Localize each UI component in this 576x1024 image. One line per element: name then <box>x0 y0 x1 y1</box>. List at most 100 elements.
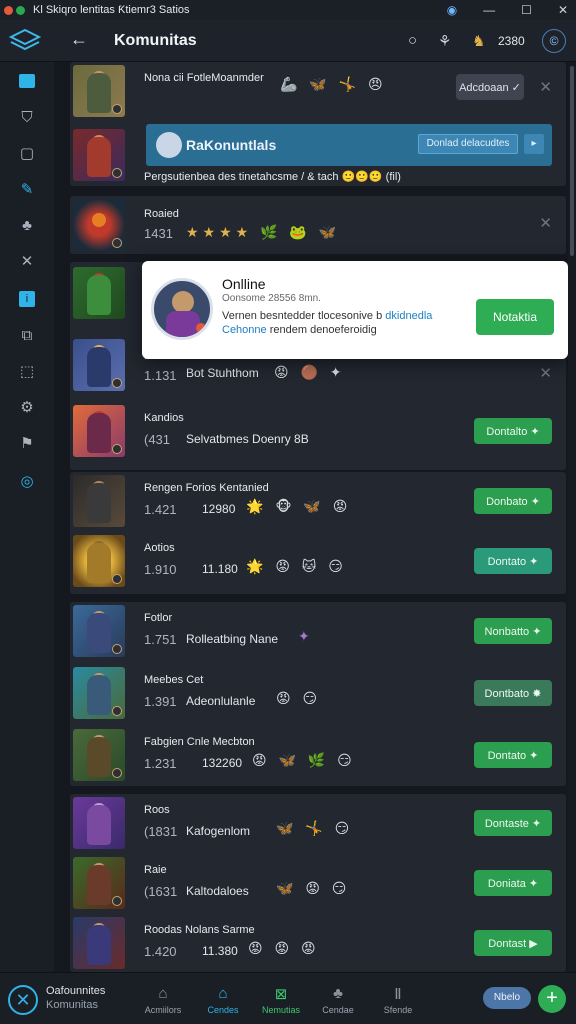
sidebar-chat-icon[interactable]: ⚑ <box>16 432 38 454</box>
banner-caption: Pergsutienbea des tinetahcsme / & tach 🙂… <box>144 171 401 183</box>
list-item[interactable]: Aotios 1.910 11.180 🌟 😡 🐱 😏 Dontato ✦ <box>70 532 566 592</box>
close-icon[interactable]: ✕ <box>539 364 552 382</box>
sidebar: ⛉ ▢ ✎ ♣ ✕ i ⧉ ⬚ ⚙ ⚑ ◎ <box>0 62 54 972</box>
list-item[interactable]: Roos (1831 Kafogenlom 🦋 🤸 😏 Dontaste ✦ <box>70 794 566 854</box>
coin-count: 2380 <box>498 34 525 48</box>
close-dot[interactable] <box>4 5 13 15</box>
list-item[interactable]: Raie (1631 Kaltodaloes 🦋 😡 😏 Doniata ✦ <box>70 854 566 914</box>
game-thumbnail <box>73 605 125 657</box>
sidebar-edit-icon[interactable]: ⬚ <box>16 360 38 382</box>
tab-cendae[interactable]: ♣ Cendae <box>308 985 368 1015</box>
item-name: Kandios <box>144 412 184 424</box>
item-name: Rengen Forios Kentanied <box>144 482 269 494</box>
community-name: Oafounnites <box>46 985 106 997</box>
game-thumbnail <box>73 667 125 719</box>
game-thumbnail <box>73 65 125 117</box>
donate-button[interactable]: Dontalto ✦ <box>474 418 552 444</box>
item-name: Fotlor <box>144 612 173 624</box>
sidebar-globe-icon[interactable]: ◎ <box>16 470 38 492</box>
sidebar-settings-icon[interactable]: ⚙ <box>16 396 38 418</box>
donate-button[interactable]: Doniata ✦ <box>474 870 552 896</box>
donate-button[interactable]: Dontast ▶ <box>474 930 552 956</box>
sidebar-shield-icon[interactable]: ⛉ <box>16 106 38 128</box>
list-item[interactable]: Meebes Cet 1.391 Adeonlulanle 😡 😏 Dontba… <box>70 664 566 724</box>
tools-icon: Ⅱ <box>394 986 402 1003</box>
popup-link[interactable]: dkidnedla <box>385 310 432 322</box>
banner-more-button[interactable]: ▸ <box>524 134 544 154</box>
tab-cendes[interactable]: ⌂ Cendes <box>193 985 253 1015</box>
house-icon: ⌂ <box>218 985 228 1002</box>
user-avatar-icon[interactable]: ♞ <box>472 32 485 50</box>
reaction-icons: 😡 😏 <box>276 690 322 706</box>
game-thumbnail <box>73 199 125 251</box>
donate-button[interactable]: Dontaste ✦ <box>474 810 552 836</box>
added-button[interactable]: Adcdoaan ✓ <box>456 74 524 100</box>
close-icon[interactable]: ✕ <box>539 78 552 96</box>
item-name: Nona cii FotleMoanmder <box>144 72 264 84</box>
sync-icon[interactable]: ◉ <box>447 3 457 17</box>
online-popup: Onlline Oonsome 28556 8mn. Vernen besnte… <box>142 261 568 359</box>
donate-button[interactable]: Dontato ✦ <box>474 548 552 574</box>
game-thumbnail <box>73 475 125 527</box>
notification-icon[interactable]: ⚘ <box>438 32 451 50</box>
window-title: Kl Skiqro lentitas Ƙtiemr3 Satios <box>33 4 190 16</box>
layers-logo-icon[interactable] <box>8 26 42 56</box>
list-item[interactable]: Fotlor 1.751 Rolleatbing Nane ✦ Nonbatto… <box>70 602 566 662</box>
close-icon[interactable]: ✕ <box>539 214 552 232</box>
tab-sfende[interactable]: Ⅱ Sfende <box>368 985 428 1015</box>
list-item[interactable]: Roaied 1431 ★★★★ 🌿 🐸 🦋 ✕ <box>70 196 566 256</box>
banner-title: RaKonuntlals <box>186 137 277 153</box>
sidebar-box-icon[interactable]: ⧉ <box>16 324 38 346</box>
popup-title: Onlline <box>222 276 266 292</box>
search-icon[interactable]: ○ <box>408 32 417 49</box>
list-item[interactable]: Nona cii FotleMoanmder 🦾 🦋 🤸 😠 Adcdoaan … <box>70 62 566 122</box>
reaction-icons: 😡 🟤 ✦ <box>274 364 346 380</box>
item-description: Bot Stuhthom <box>186 366 259 380</box>
game-thumbnail <box>73 405 125 457</box>
donate-button[interactable]: Donbato ✦ <box>474 488 552 514</box>
add-button[interactable]: + <box>538 985 566 1013</box>
maximize-icon[interactable]: ☐ <box>521 3 532 17</box>
sidebar-tools-icon[interactable]: ✕ <box>16 250 38 272</box>
popup-link[interactable]: Cehonne <box>222 324 267 336</box>
sidebar-inbox-icon[interactable] <box>16 70 38 92</box>
donate-button[interactable]: Nonbatto ✦ <box>474 618 552 644</box>
game-thumbnail <box>73 267 125 319</box>
popup-text-line: Cehonne rendem denoeferoidig <box>222 324 377 336</box>
sidebar-page-icon[interactable]: ▢ <box>16 142 38 164</box>
back-arrow-icon[interactable]: ← <box>70 29 88 50</box>
scrollbar[interactable] <box>568 62 576 972</box>
tab-home[interactable]: ⌂ Acmiilors <box>133 985 193 1015</box>
grid-icon: ⊠ <box>274 986 288 1003</box>
community-logo-icon[interactable]: ✕ <box>8 985 38 1015</box>
sidebar-info-icon[interactable]: i <box>16 288 38 310</box>
popup-avatar <box>151 278 213 340</box>
sidebar-people-icon[interactable]: ♣ <box>16 214 38 236</box>
donate-button[interactable]: Dontato ✦ <box>474 742 552 768</box>
item-description: 11.380 <box>202 944 238 958</box>
list-item[interactable]: Fabgien Cnle Mecbton 1.231 132260 😡 🦋 🌿 … <box>70 726 566 786</box>
more-button[interactable]: Nbelo <box>483 987 531 1009</box>
list-item[interactable]: Roodas Nolans Sarme 1.420 11.380 😡 😡 😡 D… <box>70 914 566 972</box>
popup-action-button[interactable]: Notaktia <box>476 299 554 335</box>
item-description: Kafogenlom <box>186 824 251 838</box>
scrollbar-thumb[interactable] <box>570 66 574 256</box>
item-stat: (1631 <box>144 884 178 899</box>
list-item[interactable]: Kandios (431 Selvatbmes Doenry 8B Dontal… <box>70 402 566 462</box>
close-icon[interactable]: ✕ <box>558 3 568 17</box>
sidebar-notify-icon[interactable]: ✎ <box>16 178 38 200</box>
item-stat: 1.910 <box>144 562 177 577</box>
item-stat: (431 <box>144 432 171 447</box>
account-button[interactable]: © <box>542 29 566 53</box>
page-title: Komunitas <box>114 32 197 49</box>
tab-nemutias[interactable]: ⊠ Nemutias <box>251 985 311 1015</box>
item-name: Roos <box>144 804 170 816</box>
reaction-icons: ✦ <box>298 628 314 644</box>
item-stat: 1.391 <box>144 694 177 709</box>
reaction-icons: 🦋 🤸 😏 <box>276 820 354 836</box>
list-item[interactable]: Rengen Forios Kentanied 1.421 12980 🌟 🐵 … <box>70 472 566 532</box>
community-banner[interactable]: RaKonuntlals Donlad delacudtes ▸ <box>146 124 552 166</box>
banner-action-button[interactable]: Donlad delacudtes <box>418 134 518 154</box>
donate-button[interactable]: Dontbato ✸ <box>474 680 552 706</box>
minimize-icon[interactable]: — <box>483 3 495 17</box>
